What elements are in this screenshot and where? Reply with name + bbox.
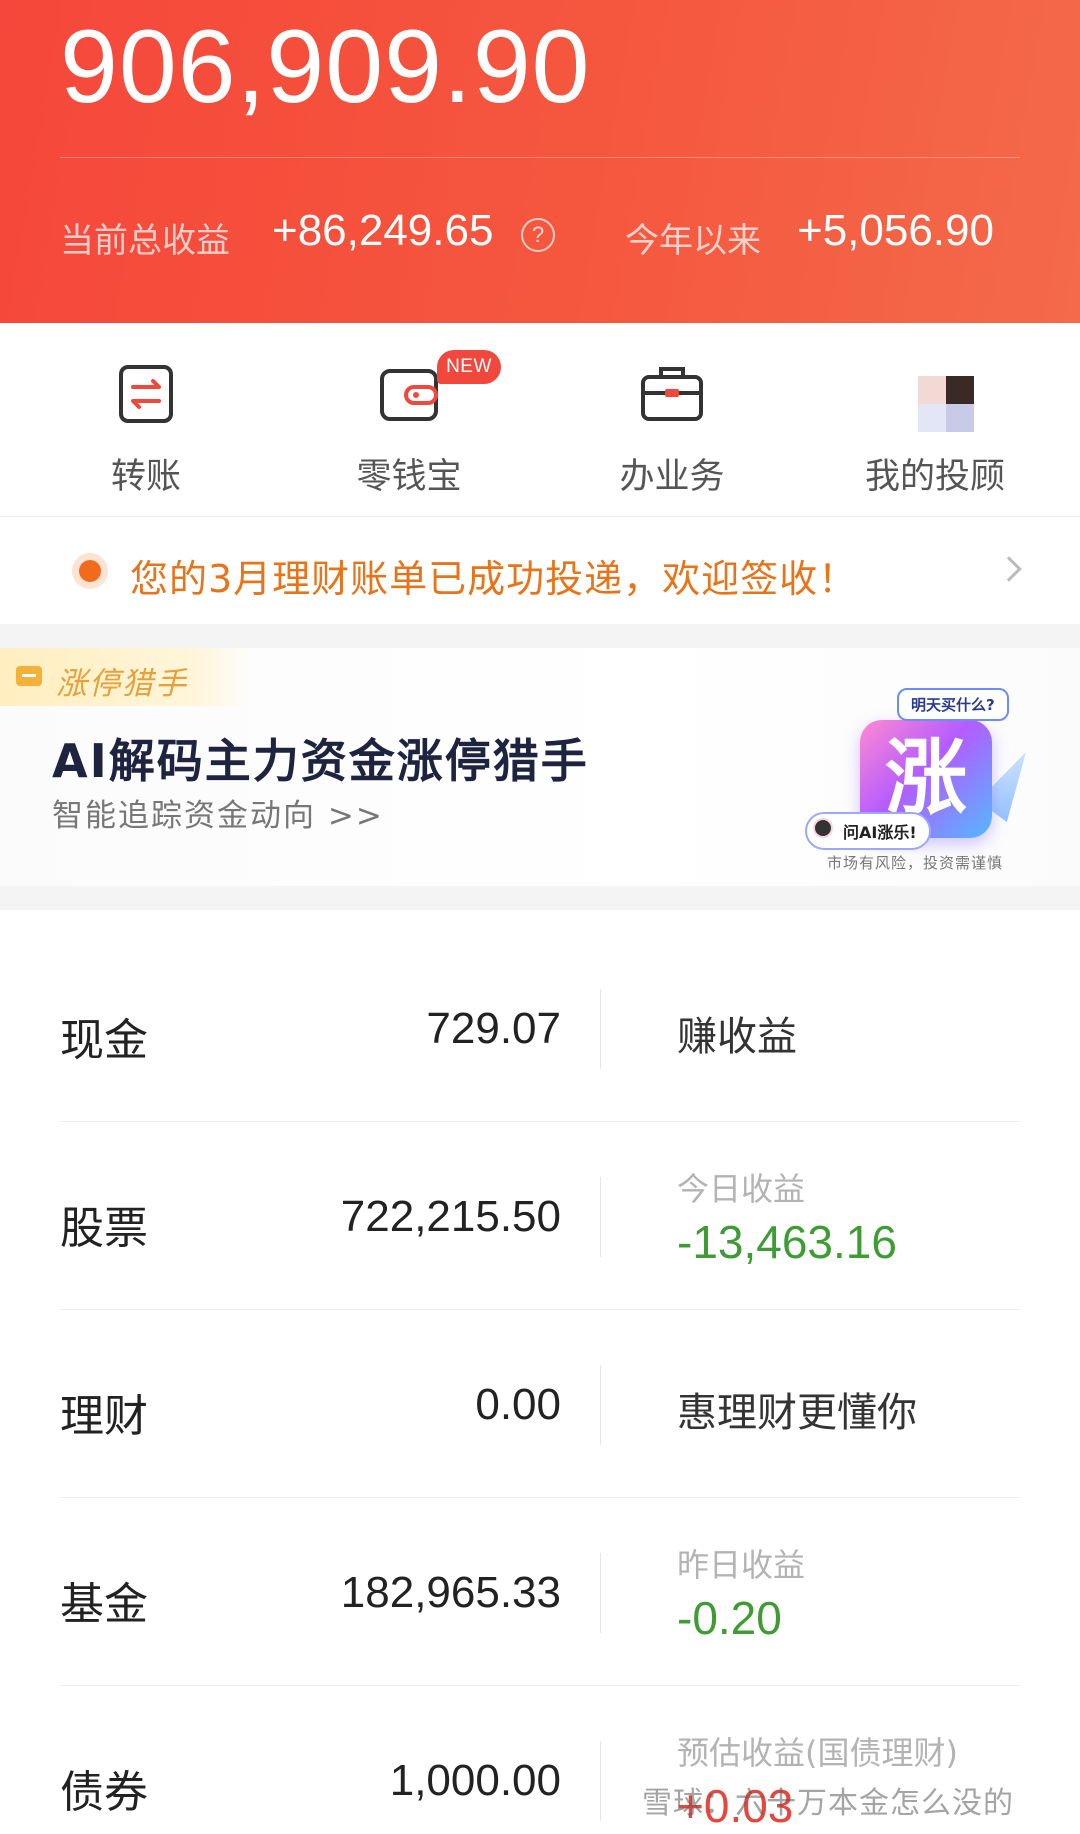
section-gap xyxy=(0,886,1080,910)
business-label: 办业务 xyxy=(619,457,725,497)
today-profit-label: 今日收益 xyxy=(677,1170,806,1208)
asset-name: 现金 xyxy=(60,1015,148,1066)
today-profit-value: -13,463.16 xyxy=(677,1216,897,1268)
row-divider xyxy=(60,1309,1020,1310)
transfer-button[interactable]: 转账 xyxy=(11,323,281,517)
asset-value: 1,000.00 xyxy=(389,1756,561,1805)
column-divider xyxy=(600,1177,601,1257)
asset-name: 理财 xyxy=(60,1391,148,1442)
total-profit-label: 当前总收益 xyxy=(60,221,230,261)
yesterday-profit-value: -0.20 xyxy=(677,1592,782,1644)
ytd-profit-value: +5,056.90 xyxy=(797,206,994,255)
estimated-profit-label: 预估收益(国债理财) xyxy=(677,1734,958,1772)
asset-value: 722,215.50 xyxy=(340,1192,561,1241)
business-button[interactable]: 办业务 xyxy=(537,323,807,517)
section-gap xyxy=(0,624,1080,648)
column-divider xyxy=(600,1365,601,1445)
notice-text: 您的3月理财账单已成功投递，欢迎签收！ xyxy=(130,557,858,601)
row-divider xyxy=(60,1121,1020,1122)
header-divider xyxy=(60,157,1020,158)
assistant-avatar-icon xyxy=(813,818,833,838)
asset-value: 182,965.33 xyxy=(340,1568,561,1617)
column-divider xyxy=(600,1741,601,1821)
wallet-label: 零钱宝 xyxy=(356,457,462,497)
yesterday-profit-label: 昨日收益 xyxy=(677,1546,806,1584)
asset-value: 729.07 xyxy=(426,1004,561,1053)
briefcase-icon xyxy=(641,367,703,421)
risk-disclaimer: 市场有风险，投资需谨慎 xyxy=(827,854,1004,872)
row-divider xyxy=(60,1497,1020,1498)
watermark: 雪球：六十万本金怎么没的 xyxy=(642,1786,1014,1821)
asset-name: 债券 xyxy=(60,1767,148,1818)
advisor-label: 我的投顾 xyxy=(864,457,1005,497)
asset-name: 基金 xyxy=(60,1579,148,1630)
transfer-icon xyxy=(119,365,173,423)
wealth-promo-link[interactable]: 惠理财更懂你 xyxy=(677,1380,917,1438)
help-icon[interactable]: ? xyxy=(521,218,555,252)
transfer-label: 转账 xyxy=(110,457,181,497)
new-badge: NEW xyxy=(437,350,501,384)
avatar-icon xyxy=(918,376,974,432)
column-divider xyxy=(600,989,601,1069)
asset-value: 0.00 xyxy=(475,1380,561,1429)
total-assets-value: 906,909.90 xyxy=(60,9,591,125)
ytd-profit-label: 今年以来 xyxy=(625,221,761,261)
row-divider xyxy=(60,1685,1020,1686)
asset-header: 906,909.90 xyxy=(0,0,1080,323)
banner-subtitle: 智能追踪资金动向 >> xyxy=(52,798,384,834)
notice-dot-icon xyxy=(79,560,101,582)
total-profit-value: +86,249.65 xyxy=(272,206,494,255)
wallet-button[interactable]: 零钱宝 xyxy=(274,323,544,517)
message-icon xyxy=(16,666,42,686)
bubble-question: 明天买什么? xyxy=(897,688,1009,721)
wallet-icon xyxy=(380,369,438,421)
earn-link[interactable]: 赚收益 xyxy=(677,1004,797,1062)
banner-title: AI解码主力资金涨停猎手 xyxy=(52,734,589,788)
asset-name: 股票 xyxy=(60,1203,148,1254)
column-divider xyxy=(600,1553,601,1633)
banner-tag-text: 涨停猎手 xyxy=(56,666,188,702)
